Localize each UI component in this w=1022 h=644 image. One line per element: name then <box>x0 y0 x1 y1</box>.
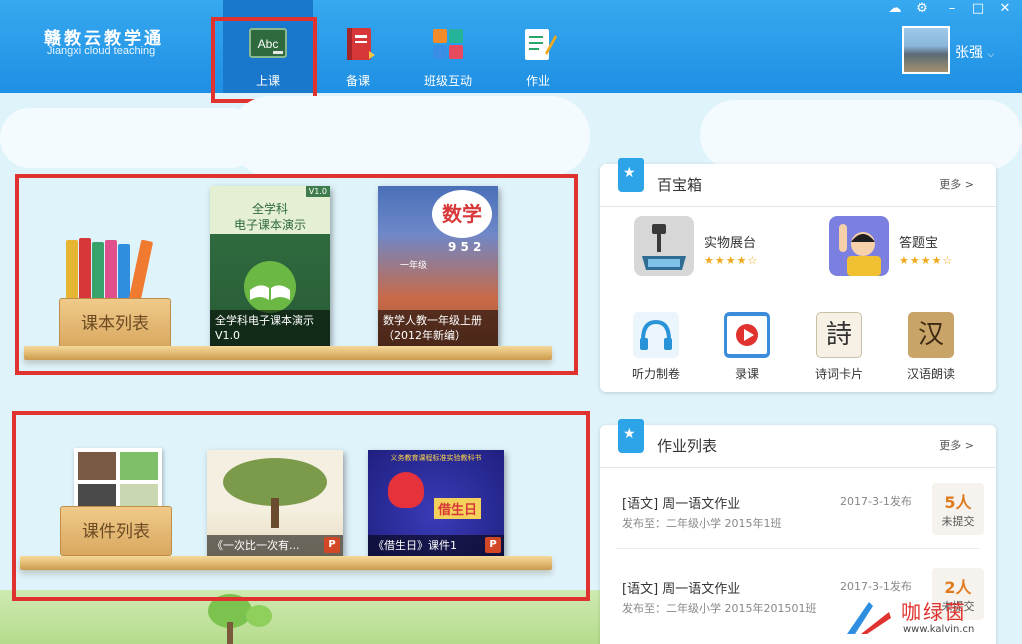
homework-item-target: 发布至：二年级小学 2015年201501班 <box>622 602 817 615</box>
toolbox-more-link[interactable]: 更多 > <box>939 176 974 192</box>
courseware-caption: 《一次比一次有... <box>207 535 343 556</box>
cover-line1: 全学科 <box>251 202 288 216</box>
cloud <box>0 108 260 168</box>
rating-stars: ★★★★☆ <box>704 254 759 267</box>
caption-line1: 全学科电子课本演示 <box>215 314 314 327</box>
cloud <box>230 96 590 176</box>
top-bar: 赣教云教学通 Jiangxi cloud teaching Abc 上课 备课 … <box>0 0 1022 93</box>
courseware-list-button[interactable]: 课件列表 <box>60 506 172 556</box>
unsubmitted-count-badge: 5人 未提交 <box>932 483 984 535</box>
open-book-icon <box>244 261 296 313</box>
chevron-down-icon: ⌵ <box>987 50 995 60</box>
cloud-icon[interactable]: ☁ <box>886 1 904 17</box>
unsubmitted-count: 5人 <box>944 493 972 512</box>
film-record-icon <box>724 312 770 358</box>
avatar[interactable] <box>902 26 950 74</box>
cover-header: 义务教育课程标准实验教科书 <box>390 454 482 462</box>
homework-more-link[interactable]: 更多 > <box>939 437 974 453</box>
toolbox-title: 百宝箱 <box>657 176 703 194</box>
ppt-icon: P <box>485 537 501 553</box>
red-book-icon <box>347 28 375 60</box>
tool-name: 诗词卡片 <box>814 367 863 381</box>
document-camera-icon <box>634 216 694 276</box>
cover-title: 借生日 <box>434 498 482 519</box>
tool-name: 实物展台 <box>704 236 757 251</box>
courseware-item-1[interactable]: 《一次比一次有... P <box>207 450 343 556</box>
settings-icon[interactable]: ⚙ <box>913 1 931 17</box>
user-menu[interactable]: 张强 ⌵ <box>955 42 994 62</box>
watermark-url: www.kalvin.cn <box>903 624 975 635</box>
nav-prepare[interactable]: 备课 <box>313 0 403 93</box>
tool-name: 答题宝 <box>899 236 939 251</box>
toolbox-panel: 百宝箱 更多 > 实物展台 ★★★★☆ 答题宝 ★★★★☆ <box>600 158 996 392</box>
version-badge: V1.0 <box>305 186 330 197</box>
nav-homework[interactable]: 作业 <box>493 0 583 93</box>
textbook-caption: 全学科电子课本演示 V1.0 <box>210 310 330 346</box>
poem-card-icon: 詩 <box>816 312 862 358</box>
star-icon <box>618 158 644 192</box>
divider <box>600 206 996 207</box>
colorful-blocks-icon <box>433 29 463 59</box>
courseware-item-2[interactable]: 义务教育课程标准实验教科书 借生日 《借生日》课件1 P <box>368 450 504 556</box>
textbook-list-button[interactable]: 课本列表 <box>59 298 171 348</box>
homework-item-target: 发布至：二年级小学 2015年1班 <box>622 517 782 530</box>
shelf-plank <box>24 346 552 360</box>
username: 张强 <box>955 45 983 61</box>
chinese-reading-icon: 汉 <box>908 312 954 358</box>
app-subtitle: Jiangxi cloud teaching <box>47 45 156 57</box>
watermark-text: 咖绿茵 <box>901 600 967 624</box>
watermark: 咖绿茵 www.kalvin.cn <box>843 592 1022 644</box>
textbook-caption: 数学人教一年级上册 （2012年新编） <box>378 310 498 346</box>
raised-hand-icon <box>829 216 889 276</box>
cover-numbers: 9 5 2 <box>448 240 482 254</box>
divider <box>616 548 980 549</box>
star-icon <box>618 419 644 453</box>
headphones-icon <box>633 312 679 358</box>
nav-homework-label: 作业 <box>525 74 550 88</box>
homework-item-date: 2017-3-1发布 <box>840 495 912 508</box>
nav-highlight-frame <box>211 17 317 103</box>
tree-trunk <box>227 622 233 644</box>
tree <box>246 605 272 627</box>
minimize-icon[interactable]: – <box>943 1 961 17</box>
cover-line2: 电子课本演示 <box>233 218 306 232</box>
homework-item-title: [语文] 周一语文作业 <box>622 497 741 512</box>
close-icon[interactable]: ✕ <box>996 1 1014 17</box>
homework-item-title: [语文] 周一语文作业 <box>622 582 741 597</box>
tool-name: 录课 <box>734 367 759 381</box>
tool-name: 听力制卷 <box>631 367 680 381</box>
rating-stars: ★★★★☆ <box>899 254 954 267</box>
nav-prepare-label: 备课 <box>345 74 370 88</box>
maximize-icon[interactable]: □ <box>969 1 987 17</box>
cover-title: 数学 <box>432 190 492 238</box>
caption-line1: 数学人教一年级上册 <box>383 314 482 327</box>
pencil-paper-icon <box>525 29 557 60</box>
cloud <box>700 100 1022 170</box>
textbook-cover-math[interactable]: 数学 9 5 2 一年级 数学人教一年级上册 （2012年新编） <box>378 186 498 346</box>
nav-class-interaction[interactable]: 班级互动 <box>403 0 493 93</box>
cover-grade: 一年级 <box>400 261 428 271</box>
caption-line2: V1.0 <box>215 329 241 342</box>
watermark-logo <box>847 602 891 634</box>
tool-name: 汉语朗读 <box>906 367 955 381</box>
textbook-cover-all-subjects[interactable]: V1.0 全学科 电子课本演示 全学科电子课本演示 V1.0 <box>210 186 330 346</box>
flower-illustration <box>388 472 424 508</box>
homework-item[interactable]: [语文] 周一语文作业 发布至：二年级小学 2015年1班 2017-3-1发布… <box>600 467 996 557</box>
courseware-caption: 《借生日》课件1 <box>368 535 504 556</box>
nav-class-interaction-label: 班级互动 <box>423 74 472 88</box>
caption-line2: （2012年新编） <box>383 329 466 342</box>
ppt-icon: P <box>324 537 340 553</box>
homework-title: 作业列表 <box>657 437 718 455</box>
unsubmitted-label: 未提交 <box>941 515 975 528</box>
shelf-plank <box>20 556 552 570</box>
